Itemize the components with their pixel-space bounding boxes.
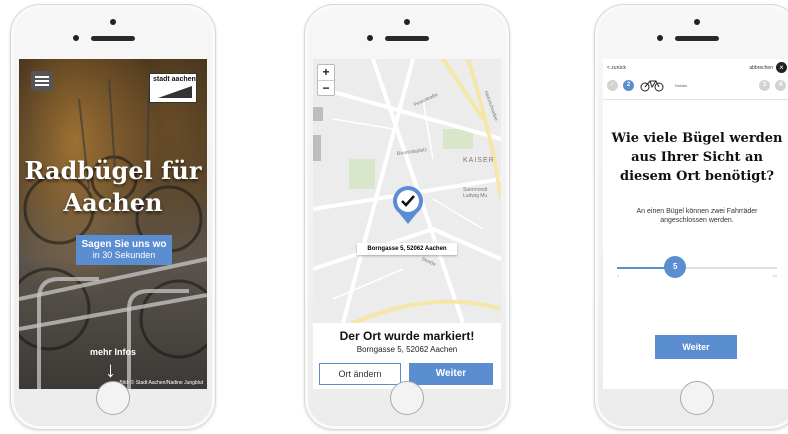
cancel-link[interactable]: abbrechen (749, 65, 773, 71)
slider-handle[interactable]: 5 (664, 256, 687, 278)
speaker-grille (385, 36, 429, 41)
step-4: 4 (775, 80, 786, 91)
change-location-button[interactable]: Ort ändern (319, 363, 401, 385)
photo-credit: Bild: © Stadt Aachen/Nadine Jungblut (119, 380, 203, 386)
slider-min-label: 1 (617, 273, 620, 278)
home-button (680, 381, 714, 415)
sensor-dot (367, 35, 373, 41)
zoom-in-button[interactable]: + (318, 65, 334, 81)
camera-icon (404, 19, 410, 25)
speaker-grille (91, 36, 135, 41)
map-view[interactable]: Peterstraße Bourcatsplatz KAISER Suermon… (313, 59, 501, 323)
phone-frame-1: stadt aachen Radbügel für Aachen Sagen S… (10, 4, 216, 430)
sensor-dot (73, 35, 79, 41)
screen-landing: stadt aachen Radbügel für Aachen Sagen S… (19, 59, 207, 389)
slider-max-label: 12 (772, 273, 777, 278)
step-3: 3 (759, 80, 770, 91)
question-heading: Wie viele Bügel werden aus Ihrer Sicht a… (611, 131, 783, 184)
hamburger-icon[interactable] (31, 71, 53, 91)
start-cta-button[interactable]: Sagen Sie uns wo in 30 Sekunden (76, 235, 172, 265)
speaker-grille (675, 36, 719, 41)
wizard-header: < zurück abbrechen × ✓ 2 Details 3 4 (603, 59, 788, 100)
back-link[interactable]: < zurück (607, 65, 626, 71)
question-hint: An einen Bügel können zwei Fahrräder ang… (636, 208, 758, 224)
step-caption: Details (675, 83, 688, 88)
marked-title: Der Ort wurde markiert! (339, 329, 475, 343)
map-address-label: Borngasse 5, 52062 Aachen (357, 243, 457, 255)
hero-title: Radbügel für Aachen (24, 156, 202, 217)
checkmark-pin-icon[interactable] (391, 183, 425, 225)
camera-icon (694, 19, 700, 25)
close-icon[interactable]: × (776, 62, 787, 73)
screen-map: Peterstraße Bourcatsplatz KAISER Suermon… (313, 59, 501, 389)
zoom-out-button[interactable]: − (318, 81, 334, 96)
logo-mark-icon (158, 86, 192, 98)
bike-rack-photo (19, 78, 207, 389)
more-info-link[interactable]: mehr Infos (19, 347, 207, 357)
step-2-active: 2 (623, 80, 634, 91)
sensor-dot (657, 35, 663, 41)
screen-question: < zurück abbrechen × ✓ 2 Details 3 4 Wie… (603, 59, 788, 389)
home-button (390, 381, 424, 415)
camera-icon (110, 19, 116, 25)
next-button[interactable]: Weiter (409, 363, 493, 385)
zoom-control: + − (317, 64, 335, 96)
marked-address: Borngasse 5, 52062 Aachen (356, 345, 458, 354)
next-button[interactable]: Weiter (655, 335, 737, 359)
bicycle-icon (640, 80, 664, 92)
step-1-done: ✓ (607, 80, 618, 91)
stadt-aachen-logo: stadt aachen (149, 73, 197, 103)
map-label-museum: Suermondt Ludwig Mu (463, 187, 488, 199)
map-label-kaiser: KAISER (463, 157, 495, 164)
phone-frame-2: Peterstraße Bourcatsplatz KAISER Suermon… (304, 4, 510, 430)
phone-frame-3: < zurück abbrechen × ✓ 2 Details 3 4 Wie… (594, 4, 788, 430)
home-button (96, 381, 130, 415)
arrow-down-icon[interactable]: ↓ (105, 359, 116, 381)
